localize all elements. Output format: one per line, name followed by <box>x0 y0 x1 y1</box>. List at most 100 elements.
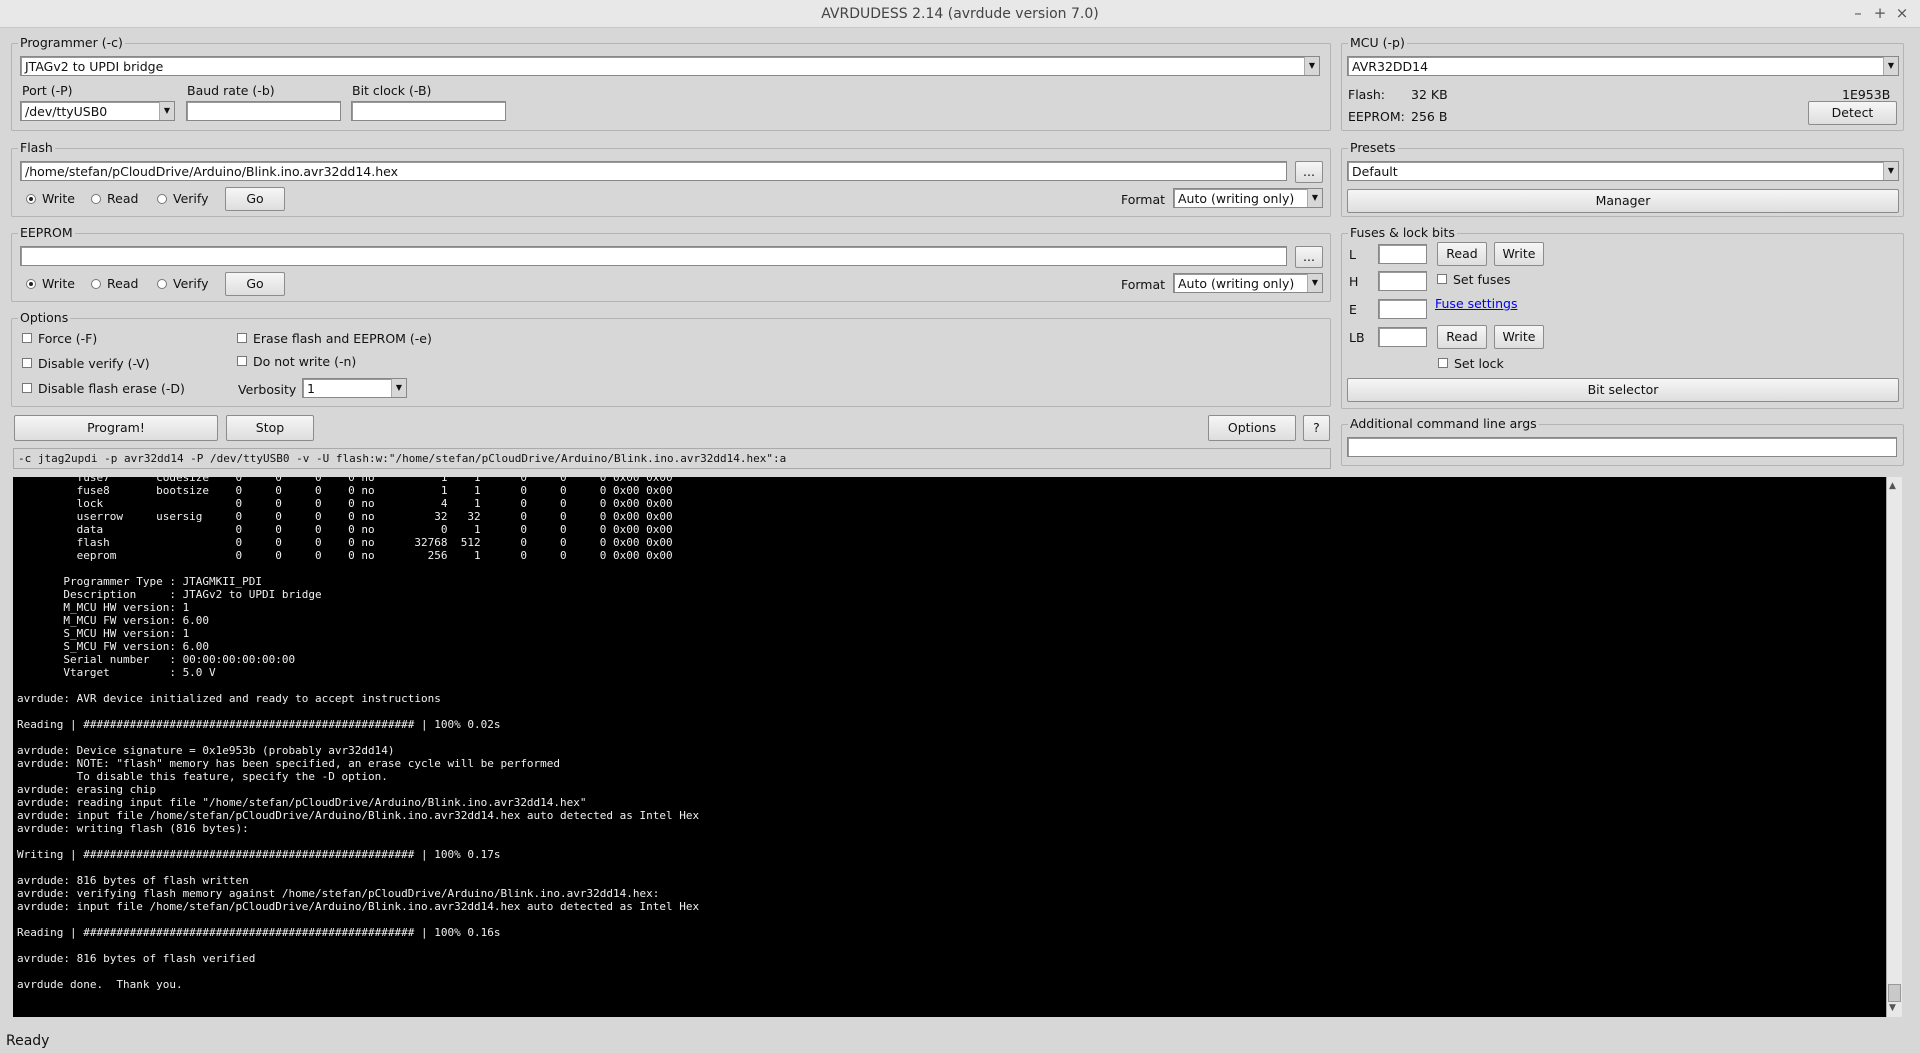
eeprom-go-button[interactable]: Go <box>225 272 285 296</box>
baud-rate-input[interactable] <box>186 101 341 121</box>
eeprom-verify-radio[interactable] <box>157 279 167 289</box>
fuse-e-input[interactable] <box>1378 299 1427 319</box>
programmer-select[interactable]: JTAGv2 to UPDI bridge ▼ <box>20 56 1320 76</box>
presets-group: Presets Default ▼ Manager <box>1341 140 1904 217</box>
disable-verify-label: Disable verify (-V) <box>38 356 150 371</box>
set-fuses-checkbox[interactable] <box>1437 274 1447 284</box>
set-lock-label: Set lock <box>1454 356 1504 371</box>
flash-read-radio[interactable] <box>91 194 101 204</box>
force-label: Force (-F) <box>38 331 98 346</box>
console-line: avrdude: input file /home/stefan/pCloudD… <box>17 809 700 822</box>
mcu-select-value: AVR32DD14 <box>1352 59 1429 74</box>
flash-go-button[interactable]: Go <box>225 187 285 211</box>
baud-rate-label: Baud rate (-b) <box>187 83 275 98</box>
flash-format-label: Format <box>1121 192 1166 207</box>
mcu-signature: 1E953B <box>1842 87 1891 102</box>
verbosity-value: 1 <box>307 381 315 396</box>
mcu-eeprom-value: 256 B <box>1411 109 1448 124</box>
flash-file-input[interactable]: /home/stefan/pCloudDrive/Arduino/Blink.i… <box>20 161 1287 181</box>
detect-button[interactable]: Detect <box>1808 101 1897 125</box>
program-button[interactable]: Program! <box>14 415 218 441</box>
verbosity-select[interactable]: 1 ▼ <box>302 378 407 398</box>
fuse-write-button[interactable]: Write <box>1494 242 1544 266</box>
console-line: lock 0 0 0 0 no 4 1 0 0 0 0x00 0x00 <box>17 497 673 510</box>
lock-read-button[interactable]: Read <box>1437 325 1487 349</box>
console-line: Reading | ##############################… <box>17 926 501 939</box>
port-select-value: /dev/ttyUSB0 <box>25 104 108 119</box>
eeprom-write-label: Write <box>42 276 76 291</box>
options-button[interactable]: Options <box>1208 415 1296 441</box>
flash-verify-label: Verify <box>173 191 209 206</box>
console-line: avrdude: writing flash (816 bytes): <box>17 822 249 835</box>
window-title: AVRDUDESS 2.14 (avrdude version 7.0) <box>821 6 1099 22</box>
title-bar: AVRDUDESS 2.14 (avrdude version 7.0) – +… <box>0 0 1920 28</box>
bit-selector-button[interactable]: Bit selector <box>1347 378 1899 402</box>
presets-group-title: Presets <box>1348 140 1398 155</box>
port-select[interactable]: /dev/ttyUSB0 ▼ <box>20 101 175 121</box>
scrollbar-thumb[interactable] <box>1888 984 1901 1002</box>
verbosity-label: Verbosity <box>238 382 297 397</box>
mcu-eeprom-label: EEPROM: <box>1348 109 1405 124</box>
stop-button[interactable]: Stop <box>226 415 314 441</box>
close-icon[interactable]: × <box>1892 3 1912 23</box>
fuse-settings-link[interactable]: Fuse settings <box>1435 296 1517 311</box>
flash-read-label: Read <box>107 191 139 206</box>
chevron-down-icon: ▼ <box>1883 57 1898 75</box>
mcu-select[interactable]: AVR32DD14 ▼ <box>1347 56 1899 76</box>
flash-browse-button[interactable]: ... <box>1295 161 1323 183</box>
scroll-down-icon[interactable]: ▼ <box>1889 1003 1896 1013</box>
eeprom-file-input[interactable] <box>20 246 1287 266</box>
chevron-down-icon: ▼ <box>1307 189 1322 207</box>
disable-flash-erase-checkbox[interactable] <box>22 383 32 393</box>
presets-manager-button[interactable]: Manager <box>1347 189 1899 213</box>
eeprom-read-radio[interactable] <box>91 279 101 289</box>
do-not-write-checkbox[interactable] <box>237 356 247 366</box>
status-text: Ready <box>6 1033 50 1049</box>
erase-flash-checkbox[interactable] <box>237 333 247 343</box>
lock-write-button[interactable]: Write <box>1494 325 1544 349</box>
set-lock-checkbox[interactable] <box>1438 358 1448 368</box>
console-scrollbar[interactable]: ▲ ▼ <box>1886 477 1902 1017</box>
console-line: Vtarget : 5.0 V <box>17 666 216 679</box>
disable-verify-checkbox[interactable] <box>22 358 32 368</box>
eeprom-write-radio[interactable] <box>26 279 36 289</box>
presets-select[interactable]: Default ▼ <box>1347 161 1899 181</box>
flash-format-select[interactable]: Auto (writing only) ▼ <box>1173 188 1323 208</box>
eeprom-format-value: Auto (writing only) <box>1178 276 1295 291</box>
eeprom-format-select[interactable]: Auto (writing only) ▼ <box>1173 273 1323 293</box>
help-button[interactable]: ? <box>1303 415 1330 441</box>
scroll-up-icon[interactable]: ▲ <box>1889 481 1896 491</box>
console-line: Description : JTAGv2 to UPDI bridge <box>17 588 322 601</box>
programmer-group-title: Programmer (-c) <box>18 35 125 50</box>
fuse-l-input[interactable] <box>1378 244 1427 264</box>
erase-flash-label: Erase flash and EEPROM (-e) <box>253 331 432 346</box>
do-not-write-label: Do not write (-n) <box>253 354 357 369</box>
bit-clock-input[interactable] <box>351 101 506 121</box>
chevron-down-icon: ▼ <box>391 379 406 397</box>
console-line: Serial number : 00:00:00:00:00:00 <box>17 653 296 666</box>
programmer-select-value: JTAGv2 to UPDI bridge <box>25 59 164 74</box>
fuse-h-input[interactable] <box>1378 271 1427 291</box>
chevron-down-icon: ▼ <box>1307 274 1322 292</box>
maximize-icon[interactable]: + <box>1870 3 1890 23</box>
eeprom-browse-button[interactable]: ... <box>1295 246 1323 268</box>
force-checkbox[interactable] <box>22 333 32 343</box>
flash-write-radio[interactable] <box>26 194 36 204</box>
console-line: avrdude done. Thank you. <box>17 978 183 991</box>
fuse-read-button[interactable]: Read <box>1437 242 1487 266</box>
eeprom-verify-label: Verify <box>173 276 209 291</box>
mcu-group: MCU (-p) AVR32DD14 ▼ Flash: 32 KB 1E953B… <box>1341 35 1904 131</box>
console-line: Writing | ##############################… <box>17 848 501 861</box>
console-line: avrdude: input file /home/stefan/pCloudD… <box>17 900 700 913</box>
console-line: eeprom 0 0 0 0 no 256 1 0 0 0 0x00 0x00 <box>17 549 673 562</box>
minimize-icon[interactable]: – <box>1848 3 1868 23</box>
flash-verify-radio[interactable] <box>157 194 167 204</box>
console-line: flash 0 0 0 0 no 32768 512 0 0 0 0x00 0x… <box>17 536 673 549</box>
fuse-lb-input[interactable] <box>1378 327 1427 347</box>
console-line: data 0 0 0 0 no 0 1 0 0 0 0x00 0x00 <box>17 523 673 536</box>
additional-args-input[interactable] <box>1347 437 1897 457</box>
console-output: fuse7 codesize 0 0 0 0 no 1 1 0 0 0 0x00… <box>13 477 1886 1017</box>
